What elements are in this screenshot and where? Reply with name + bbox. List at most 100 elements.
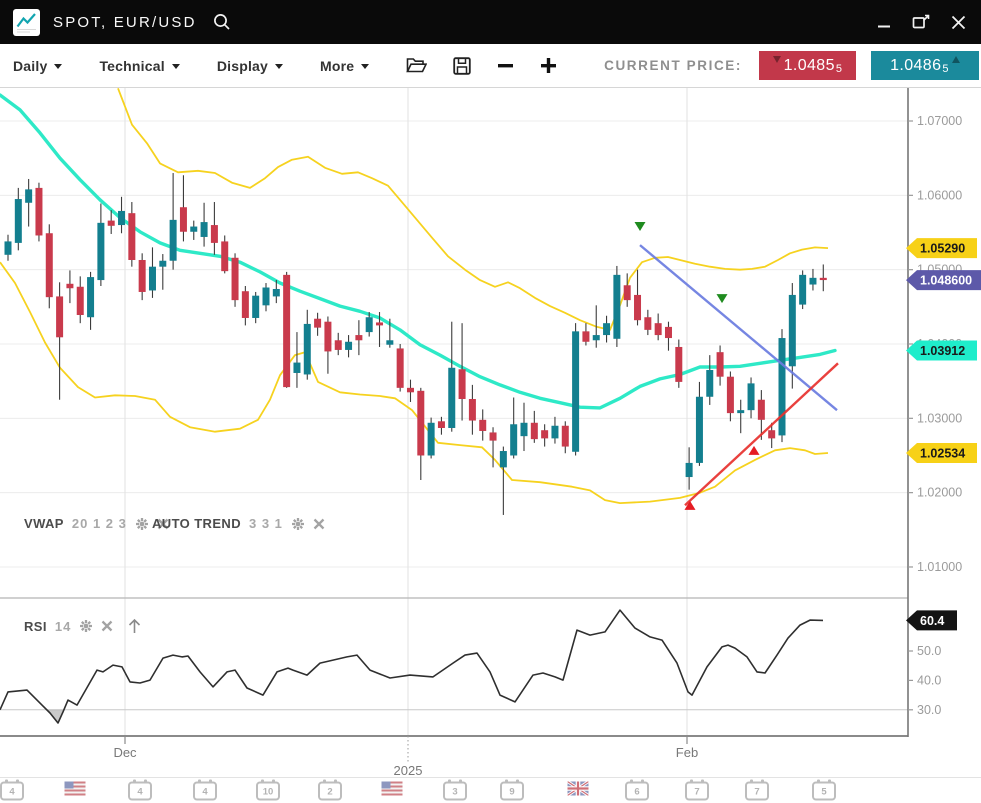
trading-app-window: SPOT, EUR/USD Daily	[0, 0, 981, 803]
candle-body	[66, 284, 73, 288]
candle-body	[644, 317, 651, 330]
rsi-tick-label: 40.0	[917, 673, 941, 687]
candle-body	[263, 287, 270, 305]
zoom-out-button[interactable]	[497, 57, 514, 74]
calendar-event-day: 7	[754, 786, 759, 797]
calendar-event-day: 2	[327, 786, 332, 797]
current-price-label: CURRENT PRICE:	[604, 58, 742, 73]
chevron-down-icon	[361, 64, 369, 69]
settings-icon[interactable]	[291, 517, 305, 531]
calendar-event-icon[interactable]: 3	[443, 782, 467, 801]
bid-price-value: 1.0485	[784, 57, 835, 75]
calendar-event-icon[interactable]: 4	[0, 782, 24, 801]
ask-price-value: 1.0486	[890, 57, 941, 75]
candle-body	[572, 331, 579, 451]
settings-icon[interactable]	[79, 619, 93, 633]
auto-trend-name: AUTO TREND	[152, 516, 241, 531]
calendar-event-icon[interactable]: 6	[625, 782, 649, 801]
calendar-event-icon[interactable]: 2	[318, 782, 342, 801]
calendar-event-icon[interactable]: 7	[685, 782, 709, 801]
calendar-event-day: 4	[9, 786, 14, 797]
candle-body	[118, 211, 125, 225]
candle-body	[180, 207, 187, 232]
candle-body	[490, 432, 497, 440]
open-folder-icon[interactable]	[406, 57, 427, 74]
candle-body	[624, 285, 631, 300]
candle-body	[397, 348, 404, 387]
candle-body	[252, 296, 259, 318]
timeframe-menu[interactable]: Daily	[13, 58, 62, 74]
candle-body	[77, 287, 84, 315]
auto-trend-indicator-label: AUTO TREND 3 3 1	[152, 516, 325, 531]
candle-body	[438, 421, 445, 428]
candle-body	[190, 227, 197, 232]
candle-body	[521, 423, 528, 436]
lower-band-tag-text: 1.02534	[920, 446, 965, 460]
time-axis-label: Feb	[676, 745, 698, 760]
candle-body	[758, 400, 765, 420]
candle-body	[469, 399, 476, 421]
uk-flag-icon[interactable]	[568, 782, 589, 801]
calendar-event-icon[interactable]: 7	[745, 782, 769, 801]
move-panel-up-icon[interactable]	[127, 618, 142, 634]
calendar-event-day: 3	[452, 786, 457, 797]
chart-toolbar: Daily Technical Display More	[0, 44, 981, 88]
calendar-event-day: 5	[821, 786, 826, 797]
candle-body	[809, 278, 816, 285]
rsi-indicator-label: RSI 14	[24, 618, 142, 634]
candle-body	[283, 275, 290, 387]
candle-body	[686, 463, 693, 477]
calendar-event-icon[interactable]: 5	[812, 782, 836, 801]
calendar-event-day: 6	[634, 786, 639, 797]
settings-icon[interactable]	[135, 517, 149, 531]
price-chart-canvas[interactable]: 1.070001.060001.050001.040001.030001.020…	[0, 88, 981, 803]
price-tick-label: 1.03000	[917, 411, 962, 425]
calendar-event-day: 10	[263, 786, 274, 797]
remove-indicator-icon[interactable]	[313, 518, 325, 530]
rsi-params: 14	[55, 619, 71, 634]
price-tick-label: 1.01000	[917, 560, 962, 574]
zoom-in-button[interactable]	[540, 57, 557, 74]
candle-body	[748, 383, 755, 410]
candle-body	[386, 340, 393, 344]
candle-body	[510, 424, 517, 455]
calendar-event-icon[interactable]: 10	[256, 782, 280, 801]
popout-button[interactable]	[912, 14, 930, 30]
technical-menu[interactable]: Technical	[99, 58, 179, 74]
calendar-event-icon[interactable]: 4	[128, 782, 152, 801]
candle-body	[768, 430, 775, 438]
chart-area: 1.070001.060001.050001.040001.030001.020…	[0, 88, 981, 803]
candle-body	[97, 223, 104, 280]
search-icon[interactable]	[211, 11, 233, 33]
candle-body	[789, 295, 796, 366]
calendar-event-icon[interactable]: 9	[500, 782, 524, 801]
ask-price-badge[interactable]: 1.0486 5	[871, 51, 979, 80]
bid-price-badge[interactable]: 1.0485 5	[759, 51, 856, 80]
us-flag-icon[interactable]	[382, 782, 403, 801]
candle-body	[603, 323, 610, 335]
vwap-params: 20 1 2 3	[72, 516, 127, 531]
more-menu[interactable]: More	[320, 58, 369, 74]
candle-body	[634, 295, 641, 320]
close-button[interactable]	[951, 15, 966, 30]
us-flag-icon[interactable]	[65, 782, 86, 801]
candle-body	[128, 213, 135, 260]
window-controls	[877, 14, 981, 30]
last-price-tag-text: 1.048600	[920, 274, 972, 288]
calendar-event-icon[interactable]: 4	[193, 782, 217, 801]
candle-body	[211, 225, 218, 243]
chevron-down-icon	[172, 64, 180, 69]
candle-body	[314, 319, 321, 328]
candle-body	[46, 233, 53, 297]
minimize-button[interactable]	[877, 15, 891, 29]
candle-body	[779, 338, 786, 435]
remove-indicator-icon[interactable]	[101, 620, 113, 632]
candle-body	[428, 423, 435, 456]
save-icon[interactable]	[453, 57, 471, 75]
candle-body	[459, 369, 466, 399]
candle-body	[201, 222, 208, 237]
display-menu[interactable]: Display	[217, 58, 283, 74]
ask-price-pip: 5	[942, 63, 949, 75]
time-axis-label: Dec	[113, 745, 137, 760]
candle-body	[531, 423, 538, 439]
